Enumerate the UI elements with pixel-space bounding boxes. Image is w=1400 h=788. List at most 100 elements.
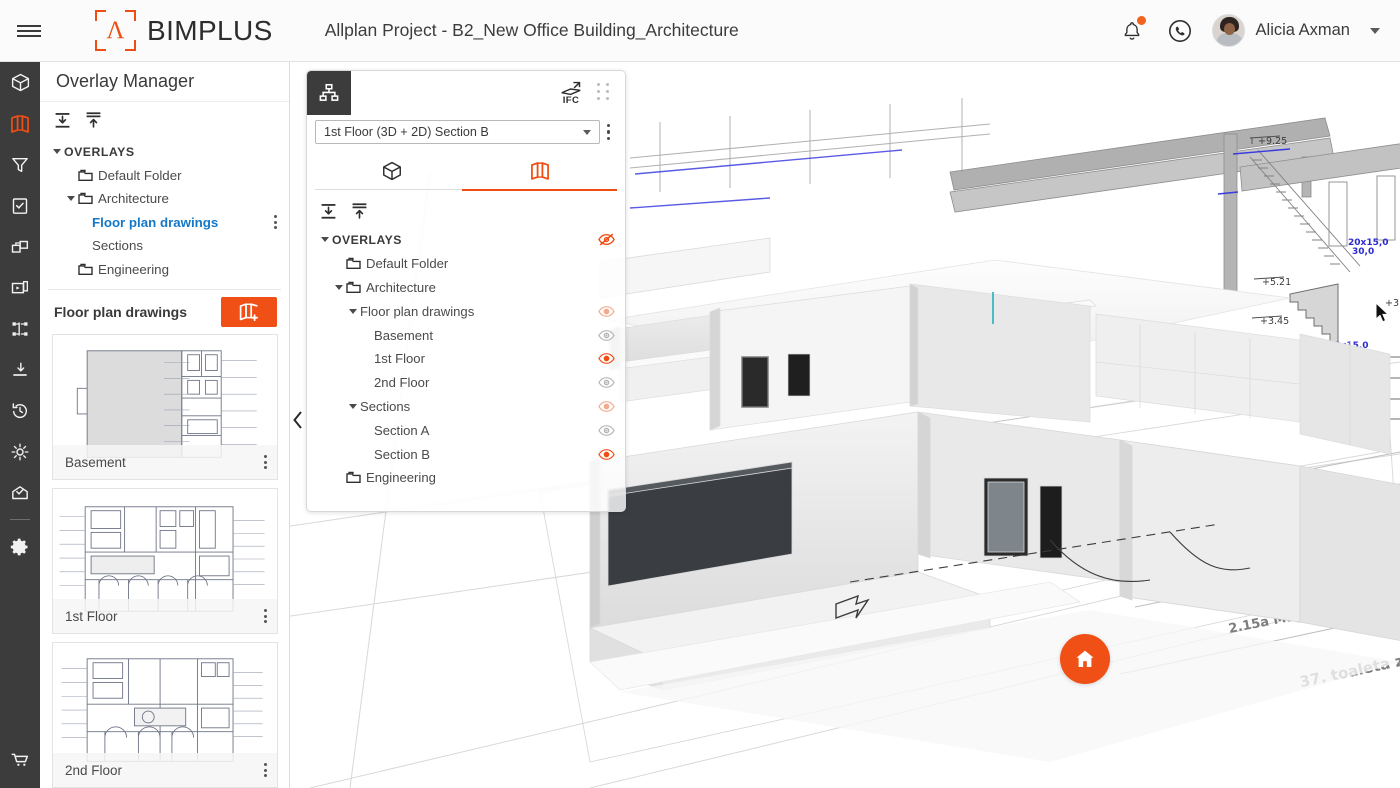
drag-grip-icon[interactable] <box>597 83 613 101</box>
overlay-manager-header: Overlay Manager <box>40 62 289 102</box>
visibility-toggle[interactable] <box>597 445 615 463</box>
avatar[interactable] <box>1212 14 1245 47</box>
eye-icon[interactable] <box>598 448 615 461</box>
visibility-toggle[interactable] <box>597 302 615 320</box>
import-icon <box>10 360 30 380</box>
tab-3d[interactable] <box>369 157 415 185</box>
eye-off-icon[interactable] <box>598 233 615 246</box>
overlay-tree-node[interactable]: Floor plan drawings <box>40 211 289 235</box>
chevron-down-icon[interactable] <box>345 404 360 409</box>
overlay-tree-node[interactable]: Default Folder <box>40 164 289 188</box>
floating-tree-node-label: Section B <box>374 447 430 462</box>
floating-tree-node[interactable]: Section B <box>307 442 625 466</box>
overlay-tree-node-label: Sections <box>92 238 143 253</box>
chevron-down-icon[interactable] <box>345 309 360 314</box>
model-icon <box>10 72 31 93</box>
overlay-manager-toolbar <box>40 102 289 138</box>
chevron-down-icon[interactable] <box>64 196 78 201</box>
floating-tree-node[interactable]: Basement <box>307 323 625 347</box>
svg-text:+9.25: +9.25 <box>1258 136 1287 147</box>
eye-icon[interactable] <box>598 376 615 389</box>
sidebar-item-layers[interactable] <box>0 267 40 308</box>
chevron-down-icon <box>583 130 591 135</box>
thumbnail-label: 1st Floor <box>65 609 118 624</box>
bimplus-mark-icon: Λ <box>95 10 136 51</box>
chevron-down-icon[interactable] <box>317 237 332 242</box>
sidebar-item-import[interactable] <box>0 349 40 390</box>
folder-icon <box>346 471 361 484</box>
floating-tree-node[interactable]: Floor plan drawings <box>307 299 625 323</box>
add-overlay-map-icon <box>237 300 261 324</box>
eye-icon[interactable] <box>598 329 615 342</box>
collapse-all-icon[interactable] <box>53 111 72 130</box>
structure-tree-button[interactable] <box>307 71 351 115</box>
kebab-menu-icon[interactable] <box>258 609 277 623</box>
sidebar-item-compare[interactable] <box>0 226 40 267</box>
visibility-toggle[interactable] <box>597 421 615 439</box>
eye-icon[interactable] <box>598 352 615 365</box>
visibility-toggle[interactable] <box>597 231 615 249</box>
sidebar-item-overlays[interactable] <box>0 103 40 144</box>
floating-panel-menu-button[interactable] <box>600 124 617 140</box>
notification-button[interactable] <box>1108 7 1156 55</box>
floating-tree-node[interactable]: Architecture <box>307 276 625 300</box>
kebab-menu-icon[interactable] <box>268 215 283 229</box>
overlay-thumbnail[interactable]: 1st Floor <box>52 488 278 634</box>
overlay-tree-node[interactable]: OVERLAYS <box>40 140 289 164</box>
visibility-toggle[interactable] <box>597 326 615 344</box>
overlay-select[interactable]: 1st Floor (3D + 2D) Section B <box>315 120 600 144</box>
overlay-tree-node-label: OVERLAYS <box>64 145 135 159</box>
user-name[interactable]: Alicia Axman <box>1256 21 1350 40</box>
eye-icon[interactable] <box>598 424 615 437</box>
add-overlay-button[interactable] <box>221 297 277 327</box>
hamburger-icon[interactable] <box>0 0 58 62</box>
collapse-all-icon[interactable] <box>319 202 338 221</box>
expand-all-icon[interactable] <box>84 111 103 130</box>
folder-icon <box>78 192 93 205</box>
overlay-tree-node[interactable]: Architecture <box>40 187 289 211</box>
floating-tree-node[interactable]: Engineering <box>307 466 625 490</box>
kebab-menu-icon[interactable] <box>258 763 277 777</box>
sidebar-item-filter[interactable] <box>0 144 40 185</box>
collapse-panel-button[interactable] <box>289 408 307 432</box>
chevron-down-icon[interactable] <box>1370 28 1380 34</box>
visibility-toggle[interactable] <box>597 397 615 415</box>
floating-tree-node[interactable]: Default Folder <box>307 252 625 276</box>
floating-tree-node[interactable]: 2nd Floor <box>307 371 625 395</box>
phone-circle-icon <box>1167 18 1193 44</box>
sidebar-item-settings[interactable] <box>0 526 40 567</box>
sidebar-item-model[interactable] <box>0 62 40 103</box>
floating-panel-toolbar <box>307 195 625 227</box>
overlay-thumbnail[interactable]: 2nd Floor <box>52 642 278 788</box>
chevron-down-icon[interactable] <box>331 285 346 290</box>
floating-overlay-panel[interactable]: IFC 1st Floor (3D + 2D) Section B <box>306 70 626 512</box>
visibility-toggle[interactable] <box>597 350 615 368</box>
floating-tree-node[interactable]: Section A <box>307 418 625 442</box>
sidebar-item-structure[interactable] <box>0 308 40 349</box>
expand-all-icon[interactable] <box>350 202 369 221</box>
visibility-toggle[interactable] <box>597 374 615 392</box>
sidebar-item-history[interactable] <box>0 390 40 431</box>
tab-overlay[interactable] <box>517 157 563 185</box>
overlay-thumbnail[interactable]: Basement <box>52 334 278 480</box>
floating-tree-node[interactable]: 1st Floor <box>307 347 625 371</box>
overlay-tree-node[interactable]: Sections <box>40 234 289 258</box>
floating-tree-node[interactable]: Sections <box>307 395 625 419</box>
ifc-export-button[interactable]: IFC <box>559 80 583 106</box>
sidebar-item-issues[interactable] <box>0 472 40 513</box>
thumbnail-footer: 1st Floor <box>53 599 277 633</box>
eye-icon[interactable] <box>598 400 615 413</box>
kebab-menu-icon[interactable] <box>258 455 277 469</box>
sidebar-item-lighting[interactable] <box>0 431 40 472</box>
eye-icon[interactable] <box>598 305 615 318</box>
sidebar-item-store[interactable] <box>0 739 40 780</box>
svg-text:+5.21: +5.21 <box>1262 277 1291 288</box>
chevron-down-icon[interactable] <box>50 149 64 154</box>
sidebar-item-tasks[interactable] <box>0 185 40 226</box>
overlay-tree-node[interactable]: Engineering <box>40 258 289 282</box>
thumbnail-list: Basement 1st Floor 2nd Floor <box>40 334 289 788</box>
support-button[interactable] <box>1156 7 1204 55</box>
home-view-button[interactable] <box>1060 634 1110 684</box>
svg-text:+3.45: +3.45 <box>1260 316 1289 327</box>
floating-tree-node[interactable]: OVERLAYS <box>307 228 625 252</box>
